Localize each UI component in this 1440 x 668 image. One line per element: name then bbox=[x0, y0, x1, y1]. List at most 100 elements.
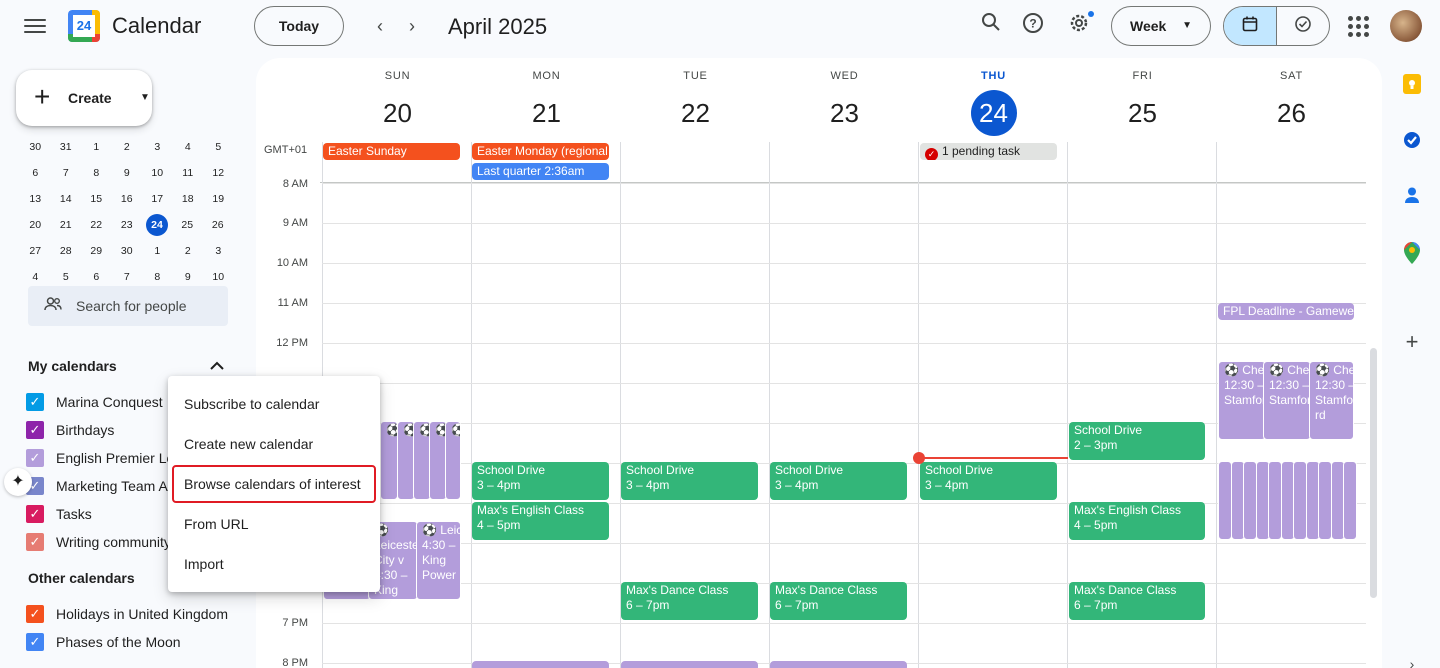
event-easter-monday[interactable]: Easter Monday (regional holiday) bbox=[472, 143, 609, 160]
day-header-sun[interactable]: SUN 20 bbox=[323, 58, 472, 136]
mini-calendar-day[interactable]: 11 bbox=[173, 166, 204, 192]
mini-calendar-day[interactable]: 7 bbox=[51, 166, 82, 192]
event-school-drive-mon[interactable]: School Drive 3 – 4pm bbox=[472, 462, 609, 500]
mini-calendar-day[interactable]: 1 bbox=[142, 244, 173, 270]
day-header-tue[interactable]: TUE 22 bbox=[621, 58, 770, 136]
keep-icon[interactable] bbox=[1400, 74, 1424, 98]
event-school-drive-thu[interactable]: School Drive 3 – 4pm bbox=[920, 462, 1057, 500]
mini-calendar-day[interactable]: 18 bbox=[173, 192, 204, 218]
mini-calendar-day[interactable]: 8 bbox=[81, 166, 112, 192]
event-last-quarter[interactable]: Last quarter 2:36am bbox=[472, 163, 609, 180]
calendar-checkbox[interactable]: ✓ bbox=[26, 605, 44, 623]
event-partial[interactable] bbox=[770, 661, 907, 668]
menu-create-new-calendar[interactable]: Create new calendar bbox=[168, 424, 380, 464]
event-fpl-deadline[interactable]: FPL Deadline - Gameweek bbox=[1218, 303, 1354, 320]
calendar-logo-icon[interactable]: 24 bbox=[68, 10, 100, 42]
day-date[interactable]: 21 bbox=[524, 90, 570, 136]
next-week-icon[interactable]: › bbox=[400, 14, 424, 38]
maps-icon[interactable] bbox=[1400, 242, 1424, 266]
calendar-checkbox[interactable]: ✓ bbox=[26, 633, 44, 651]
mini-calendar-day[interactable]: 1 bbox=[81, 140, 112, 166]
add-addon-plus-icon[interactable]: + bbox=[1400, 330, 1424, 354]
event-dance-class-fri[interactable]: Max's Dance Class 6 – 7pm bbox=[1069, 582, 1205, 620]
mini-calendar-day[interactable]: 10 bbox=[142, 166, 173, 192]
mini-calendar-day[interactable]: 5 bbox=[203, 140, 234, 166]
mini-calendar-day[interactable]: 23 bbox=[112, 218, 143, 244]
day-date[interactable]: 20 bbox=[375, 90, 421, 136]
mini-calendar-day[interactable]: 28 bbox=[51, 244, 82, 270]
calendar-checkbox[interactable]: ✓ bbox=[26, 533, 44, 551]
mini-calendar-day[interactable]: 4 bbox=[173, 140, 204, 166]
help-icon[interactable]: ? bbox=[1019, 12, 1047, 40]
calendar-checkbox[interactable]: ✓ bbox=[26, 421, 44, 439]
mini-calendar-day[interactable]: 20 bbox=[20, 218, 51, 244]
menu-subscribe-to-calendar[interactable]: Subscribe to calendar bbox=[168, 384, 380, 424]
calendar-view-icon[interactable] bbox=[1224, 7, 1277, 45]
day-header-sat[interactable]: SAT 26 bbox=[1217, 58, 1366, 136]
vertical-scrollbar[interactable] bbox=[1370, 348, 1377, 598]
day-date[interactable]: 26 bbox=[1269, 90, 1315, 136]
event-epl-match[interactable] bbox=[1218, 461, 1232, 540]
create-button[interactable]: + Create ▼ bbox=[16, 70, 152, 126]
previous-week-icon[interactable]: ‹ bbox=[368, 14, 392, 38]
event-english-class-fri[interactable]: Max's English Class 4 – 5pm bbox=[1069, 502, 1205, 540]
event-epl-match[interactable]: ⚽ bbox=[445, 421, 461, 500]
mini-calendar-day[interactable]: 6 bbox=[20, 166, 51, 192]
mini-calendar-day[interactable]: 3 bbox=[203, 244, 234, 270]
mini-calendar-day[interactable]: 27 bbox=[20, 244, 51, 270]
event-epl-match[interactable] bbox=[1343, 461, 1357, 540]
mini-calendar-day[interactable]: 22 bbox=[81, 218, 112, 244]
mini-calendar-day[interactable]: 15 bbox=[81, 192, 112, 218]
event-easter-sunday[interactable]: Easter Sunday bbox=[323, 143, 460, 160]
mini-calendar-day[interactable]: 12 bbox=[203, 166, 234, 192]
mini-calendar-day[interactable]: 25 bbox=[172, 218, 203, 244]
day-header-thu[interactable]: THU 24 bbox=[919, 58, 1068, 136]
my-calendars-title[interactable]: My calendars bbox=[28, 358, 117, 374]
event-chelsea-everton-2[interactable]: ⚽ Chelsea v Everton12:30 –Stamford Bridg… bbox=[1263, 361, 1311, 440]
mini-calendar-day[interactable]: 9 bbox=[112, 166, 143, 192]
mini-calendar-day[interactable]: 3 bbox=[142, 140, 173, 166]
mini-calendar-day[interactable]: 29 bbox=[81, 244, 112, 270]
calendar-list-item[interactable]: ✓ Phases of the Moon bbox=[26, 630, 256, 654]
day-date[interactable]: 24 bbox=[970, 90, 1017, 136]
tasks-icon[interactable] bbox=[1400, 130, 1424, 154]
day-header-mon[interactable]: MON 21 bbox=[472, 58, 621, 136]
event-epl-match[interactable] bbox=[1268, 461, 1282, 540]
calendar-checkbox[interactable]: ✓ bbox=[26, 449, 44, 467]
mini-calendar-day[interactable]: 31 bbox=[51, 140, 82, 166]
event-english-class-mon[interactable]: Max's English Class 4 – 5pm bbox=[472, 502, 609, 540]
calendar-list-item[interactable]: ✓ Holidays in United Kingdom bbox=[26, 602, 256, 626]
event-pending-task[interactable]: ✓ 1 pending task bbox=[920, 143, 1057, 160]
mini-calendar-day[interactable]: 2 bbox=[112, 140, 143, 166]
event-epl-match[interactable] bbox=[1243, 461, 1257, 540]
event-leicester-2[interactable]: ⚽ Leicester 4:30 – King Power bbox=[416, 521, 461, 600]
event-epl-match[interactable]: ⚽ bbox=[380, 421, 398, 500]
event-school-drive-tue[interactable]: School Drive 3 – 4pm bbox=[621, 462, 758, 500]
mini-calendar-day[interactable]: 16 bbox=[112, 192, 143, 218]
event-partial[interactable] bbox=[621, 661, 758, 668]
menu-from-url[interactable]: From URL bbox=[168, 504, 380, 544]
mini-calendar-day[interactable]: 14 bbox=[51, 192, 82, 218]
day-header-wed[interactable]: WED 23 bbox=[770, 58, 919, 136]
mini-calendar-day[interactable]: 19 bbox=[203, 192, 234, 218]
day-date[interactable]: 25 bbox=[1120, 90, 1166, 136]
chevron-up-icon[interactable] bbox=[208, 358, 226, 376]
event-epl-match[interactable] bbox=[1293, 461, 1307, 540]
mini-calendar-day[interactable]: 26 bbox=[203, 218, 234, 244]
menu-import[interactable]: Import bbox=[168, 544, 380, 584]
avatar[interactable] bbox=[1390, 10, 1422, 42]
sparkle-ai-icon[interactable]: ✦ bbox=[4, 468, 32, 496]
other-calendars-title[interactable]: Other calendars bbox=[28, 570, 135, 586]
tasks-view-icon[interactable] bbox=[1277, 7, 1329, 45]
day-header-fri[interactable]: FRI 25 bbox=[1068, 58, 1217, 136]
main-menu-icon[interactable] bbox=[24, 16, 46, 36]
event-chelsea-everton-1[interactable]: ⚽ Chelsea v Everton12:30 –Stamford Bridg… bbox=[1218, 361, 1266, 440]
event-chelsea-3[interactable]: ⚽ Chelsea12:30 –Stamfordrd bbox=[1309, 361, 1354, 440]
event-school-drive-fri[interactable]: School Drive 2 – 3pm bbox=[1069, 422, 1205, 460]
view-select[interactable]: Week ▼ bbox=[1111, 6, 1211, 46]
day-date[interactable]: 22 bbox=[673, 90, 719, 136]
google-apps-icon[interactable] bbox=[1346, 14, 1370, 38]
chevron-right-icon[interactable]: › bbox=[1400, 652, 1424, 668]
event-epl-match[interactable] bbox=[1318, 461, 1332, 540]
event-partial[interactable] bbox=[472, 661, 609, 668]
